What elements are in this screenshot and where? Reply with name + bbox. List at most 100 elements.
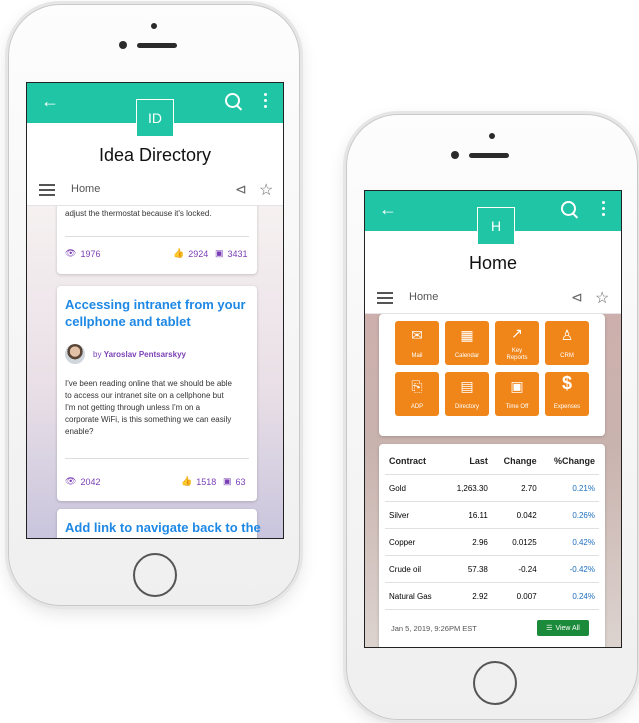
comment-icon: ▣ (215, 248, 224, 258)
tile-directory[interactable]: ▤ Directory (445, 372, 489, 416)
views-stat: 👁 2042 (65, 476, 100, 487)
hamburger-menu-icon[interactable] (39, 184, 55, 199)
eye-icon: 👁 (65, 476, 77, 486)
market-header-row: Contract Last Change %Change (385, 448, 599, 475)
back-arrow-icon[interactable]: ← (41, 91, 59, 112)
breadcrumb[interactable]: Home (71, 183, 100, 195)
col-change: Change (491, 448, 541, 475)
right-home-button[interactable] (473, 661, 517, 705)
cell-pct-change: 0.26% (540, 501, 599, 529)
body-line: I'm not getting through unless I'm on a (65, 403, 201, 412)
cell-pct-change: 0.21% (540, 474, 599, 502)
tile-time-off[interactable]: ▣ Time Off (495, 372, 539, 416)
tile-crm[interactable]: ♙ CRM (545, 321, 589, 365)
body-line: to access our intranet site on a cellpho… (65, 391, 224, 400)
quick-links-card: ✉ Mail ▦ Calendar ↗ Key Reports ♙ CRM ⎘ (379, 314, 605, 436)
right-phone: ← H Home Home ⊲ ☆ ✉ Mail ▦ Calendar ↗ Ke… (346, 114, 638, 720)
idea-title[interactable]: Accessing intranet from your cellphone a… (65, 296, 255, 330)
body-line: corporate WiFi, is this something we can… (65, 415, 232, 424)
calendar-icon: ▦ (460, 327, 474, 343)
share-icon[interactable]: ⊲ (571, 289, 583, 306)
chart-icon: ↗ (511, 325, 523, 341)
col-last: Last (445, 448, 492, 475)
comments-count: 3431 (227, 248, 248, 259)
back-arrow-icon[interactable]: ← (379, 199, 397, 220)
comments-stat[interactable]: ▣ 3431 (215, 248, 248, 259)
avatar[interactable] (65, 344, 85, 364)
share-icon[interactable]: ⊲ (235, 181, 247, 198)
idea-title-line: Accessing intranet from your (65, 297, 246, 312)
cell-contract: Crude oil (385, 555, 446, 583)
list-icon: ☰ (546, 625, 553, 632)
table-row[interactable]: Gold 1,263.30 2.70 0.21% (385, 474, 599, 502)
left-home-button[interactable] (133, 553, 177, 597)
thumbs-up-icon: 👍 (181, 476, 193, 486)
search-icon[interactable] (225, 93, 240, 108)
author-name[interactable]: Yaroslav Pentsarskyy (104, 350, 186, 359)
tile-expenses[interactable]: $ Expenses (545, 372, 589, 416)
col-contract: Contract (385, 448, 446, 475)
idea-card[interactable]: adjust the thermostat because it's locke… (57, 206, 257, 274)
hamburger-menu-icon[interactable] (377, 292, 393, 307)
cell-pct-change: -0.42% (540, 555, 599, 583)
tile-label: Directory (454, 404, 479, 410)
favorite-star-icon[interactable]: ☆ (259, 180, 273, 200)
left-phone: ← ID Idea Directory Home ⊲ ☆ adjust the … (8, 4, 300, 606)
author-line: by Yaroslav Pentsarskyy (93, 350, 186, 359)
comments-stat[interactable]: ▣ 63 (223, 476, 246, 487)
pdf-icon: ⎘ (411, 378, 423, 394)
market-table: Contract Last Change %Change Gold 1,263.… (385, 448, 599, 610)
site-badge: ID (136, 99, 174, 137)
market-card: Contract Last Change %Change Gold 1,263.… (379, 444, 605, 647)
table-row[interactable]: Copper 2.96 0.0125 0.42% (385, 528, 599, 556)
mail-icon: ✉ (411, 327, 423, 343)
cell-change: 0.007 (491, 582, 541, 610)
more-options-icon[interactable] (264, 93, 267, 111)
briefcase-icon: ▣ (510, 378, 524, 394)
tile-key-reports[interactable]: ↗ Key Reports (495, 321, 539, 365)
likes-stat[interactable]: 👍 2924 (173, 248, 208, 259)
right-sensor (489, 133, 495, 139)
idea-card[interactable]: Add link to navigate back to the (57, 509, 261, 538)
tile-label: Time Off (505, 404, 529, 410)
divider (65, 458, 249, 459)
tile-label: Calendar (454, 353, 480, 359)
tile-calendar[interactable]: ▦ Calendar (445, 321, 489, 365)
contact-card-icon: ▤ (460, 378, 474, 394)
cell-change: 2.70 (491, 474, 541, 502)
dollar-icon: $ (561, 373, 572, 393)
page-title: Home (468, 253, 517, 273)
table-row[interactable]: Crude oil 57.38 -0.24 -0.42% (385, 555, 599, 583)
market-timestamp: Jan 5, 2019, 9:26PM EST (391, 624, 477, 633)
views-count: 1976 (80, 248, 101, 259)
comments-count: 63 (235, 476, 246, 487)
breadcrumb[interactable]: Home (409, 291, 438, 303)
tile-mail[interactable]: ✉ Mail (395, 321, 439, 365)
cell-contract: Gold (385, 474, 446, 502)
cell-last: 1,263.30 (445, 474, 492, 502)
cell-contract: Silver (385, 501, 446, 529)
table-row[interactable]: Silver 16.11 0.042 0.26% (385, 501, 599, 529)
page-title: Idea Directory (98, 145, 212, 165)
nav-row: Home ⊲ ☆ (365, 283, 621, 314)
cell-change: 0.042 (491, 501, 541, 529)
idea-title[interactable]: Add link to navigate back to the (65, 519, 265, 536)
comment-icon: ▣ (223, 476, 232, 486)
cell-change: -0.24 (491, 555, 541, 583)
table-row[interactable]: Natural Gas 2.92 0.007 0.24% (385, 582, 599, 610)
search-icon[interactable] (561, 201, 576, 216)
more-options-icon[interactable] (602, 201, 605, 219)
eye-icon: 👁 (65, 248, 77, 258)
likes-stat[interactable]: 👍 1518 (181, 476, 216, 487)
idea-body: I've been reading online that we should … (65, 378, 255, 438)
favorite-star-icon[interactable]: ☆ (595, 288, 609, 308)
idea-card[interactable]: Accessing intranet from your cellphone a… (57, 286, 257, 501)
views-count: 2042 (80, 476, 101, 487)
view-all-button[interactable]: ☰ View All (537, 620, 589, 636)
view-all-label: View All (555, 624, 580, 632)
nav-row: Home ⊲ ☆ (27, 175, 283, 206)
tile-adp[interactable]: ⎘ ADP (395, 372, 439, 416)
left-sensor (151, 23, 157, 29)
idea-card-text: adjust the thermostat because it's locke… (65, 209, 212, 218)
cell-last: 2.92 (445, 582, 492, 610)
